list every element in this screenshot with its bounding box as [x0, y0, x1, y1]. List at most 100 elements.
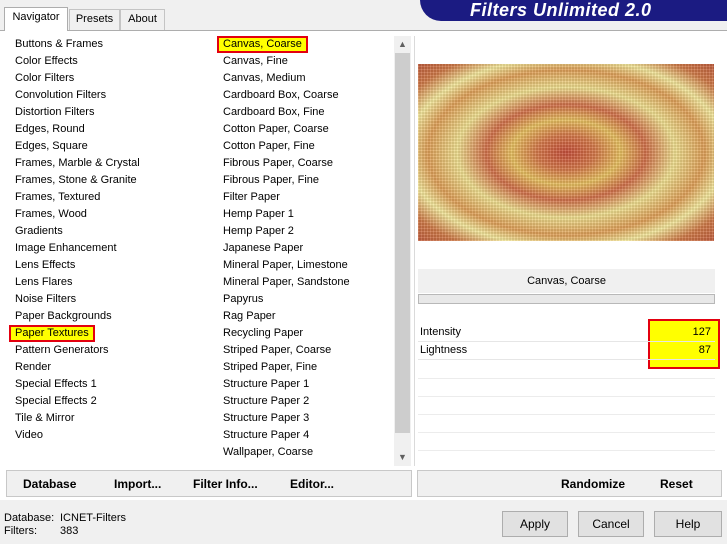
filter-item[interactable]: Canvas, Coarse: [217, 36, 392, 53]
filter-item[interactable]: Cotton Paper, Coarse: [220, 121, 392, 138]
filter-item[interactable]: Recycling Paper: [220, 325, 392, 342]
param-row-intensity[interactable]: Intensity 127: [418, 324, 715, 342]
param-value-lightness[interactable]: 87: [645, 342, 715, 359]
filter-item-label: Structure Paper 1: [223, 378, 310, 390]
category-item[interactable]: Frames, Stone & Granite: [12, 172, 202, 189]
category-item[interactable]: Edges, Round: [12, 121, 202, 138]
filter-info-button[interactable]: Filter Info...: [193, 477, 258, 491]
filter-item[interactable]: Mineral Paper, Sandstone: [220, 274, 392, 291]
divider: [414, 36, 415, 466]
filter-list-scrollbar[interactable]: ▲ ▼: [394, 36, 411, 466]
tab-presets[interactable]: Presets: [69, 9, 120, 30]
filter-item[interactable]: Canvas, Fine: [220, 53, 392, 70]
category-item[interactable]: Edges, Square: [12, 138, 202, 155]
category-item-label: Edges, Round: [15, 123, 85, 135]
filters-label: Filters:: [4, 525, 37, 537]
param-row-divider: [418, 396, 715, 397]
category-item-label: Edges, Square: [15, 140, 88, 152]
filter-item[interactable]: Structure Paper 1: [220, 376, 392, 393]
param-row-divider: [418, 414, 715, 415]
filter-item[interactable]: Mineral Paper, Limestone: [220, 257, 392, 274]
filter-item[interactable]: Rag Paper: [220, 308, 392, 325]
category-item[interactable]: Convolution Filters: [12, 87, 202, 104]
category-item[interactable]: Frames, Marble & Crystal: [12, 155, 202, 172]
category-item[interactable]: Render: [12, 359, 202, 376]
category-item-label: Paper Backgrounds: [15, 310, 112, 322]
param-row-divider: [418, 378, 715, 379]
category-item[interactable]: Lens Flares: [12, 274, 202, 291]
filter-item[interactable]: Striped Paper, Fine: [220, 359, 392, 376]
filter-item[interactable]: Hemp Paper 1: [220, 206, 392, 223]
category-item[interactable]: Distortion Filters: [12, 104, 202, 121]
filter-item[interactable]: Cardboard Box, Fine: [220, 104, 392, 121]
param-label: Intensity: [420, 326, 461, 338]
category-item-label: Buttons & Frames: [15, 38, 104, 50]
filter-item-label: Cotton Paper, Coarse: [223, 123, 329, 135]
scroll-thumb[interactable]: [395, 53, 410, 433]
help-button[interactable]: Help: [654, 511, 722, 537]
filter-item[interactable]: Striped Paper, Coarse: [220, 342, 392, 359]
filter-item[interactable]: Fibrous Paper, Coarse: [220, 155, 392, 172]
tab-navigator[interactable]: Navigator: [4, 7, 68, 31]
category-item[interactable]: Color Effects: [12, 53, 202, 70]
category-item[interactable]: Paper Backgrounds: [12, 308, 202, 325]
database-label: Database:: [4, 512, 55, 524]
filter-list[interactable]: Canvas, Coarse Canvas, Fine Canvas, Medium…: [217, 36, 392, 461]
category-item[interactable]: Paper Textures: [9, 325, 202, 342]
import-button[interactable]: Import...: [114, 477, 161, 491]
filter-item-label: Canvas, Medium: [223, 72, 306, 84]
category-item-label: Special Effects 1: [15, 378, 97, 390]
filter-item[interactable]: Fibrous Paper, Fine: [220, 172, 392, 189]
filter-item[interactable]: Cotton Paper, Fine: [220, 138, 392, 155]
filter-item[interactable]: Papyrus: [220, 291, 392, 308]
apply-button[interactable]: Apply: [502, 511, 568, 537]
randomize-button[interactable]: Randomize: [561, 477, 625, 491]
filter-item-label: Canvas, Coarse: [217, 36, 308, 53]
app-title: Filters Unlimited 2.0: [420, 0, 727, 21]
tab-about[interactable]: About: [120, 9, 165, 30]
filters-count: 383: [60, 525, 79, 537]
filter-item[interactable]: Japanese Paper: [220, 240, 392, 257]
editor-button[interactable]: Editor...: [290, 477, 334, 491]
category-item-label: Frames, Stone & Granite: [15, 174, 137, 186]
category-item-label: Color Effects: [15, 55, 78, 67]
category-item[interactable]: Frames, Textured: [12, 189, 202, 206]
category-item[interactable]: Video: [12, 427, 202, 444]
category-item[interactable]: Tile & Mirror: [12, 410, 202, 427]
category-item[interactable]: Buttons & Frames: [12, 36, 202, 53]
filter-item[interactable]: Filter Paper: [220, 189, 392, 206]
param-row-divider: [418, 450, 715, 451]
filter-item[interactable]: Structure Paper 2: [220, 393, 392, 410]
filter-item-label: Structure Paper 3: [223, 412, 310, 424]
filter-item[interactable]: Hemp Paper 2: [220, 223, 392, 240]
param-value-intensity[interactable]: 127: [645, 324, 715, 341]
filter-item[interactable]: Wallpaper, Coarse: [220, 444, 392, 461]
category-item-label: Tile & Mirror: [15, 412, 75, 424]
filter-item[interactable]: Cardboard Box, Coarse: [220, 87, 392, 104]
filter-item-label: Cardboard Box, Coarse: [223, 89, 339, 101]
category-item[interactable]: Gradients: [12, 223, 202, 240]
filter-name-display: Canvas, Coarse: [418, 269, 715, 293]
right-toolbar: Randomize Reset: [417, 470, 722, 497]
reset-button[interactable]: Reset: [660, 477, 693, 491]
category-item[interactable]: Noise Filters: [12, 291, 202, 308]
category-list[interactable]: Buttons & Frames Color Effects Color Filte…: [9, 36, 202, 444]
filter-item[interactable]: Structure Paper 3: [220, 410, 392, 427]
category-item[interactable]: Color Filters: [12, 70, 202, 87]
category-item[interactable]: Frames, Wood: [12, 206, 202, 223]
cancel-button[interactable]: Cancel: [578, 511, 644, 537]
filter-item-label: Hemp Paper 1: [223, 208, 294, 220]
filter-item-label: Recycling Paper: [223, 327, 304, 339]
scroll-up-arrow-icon[interactable]: ▲: [394, 36, 411, 53]
category-item-label: Frames, Textured: [15, 191, 101, 203]
filter-item[interactable]: Structure Paper 4: [220, 427, 392, 444]
category-item[interactable]: Image Enhancement: [12, 240, 202, 257]
scroll-down-arrow-icon[interactable]: ▼: [394, 449, 411, 466]
filter-item[interactable]: Canvas, Medium: [220, 70, 392, 87]
category-item[interactable]: Special Effects 1: [12, 376, 202, 393]
database-button[interactable]: Database: [23, 477, 76, 491]
category-item[interactable]: Special Effects 2: [12, 393, 202, 410]
param-row-lightness[interactable]: Lightness 87: [418, 342, 715, 360]
category-item[interactable]: Lens Effects: [12, 257, 202, 274]
category-item[interactable]: Pattern Generators: [12, 342, 202, 359]
